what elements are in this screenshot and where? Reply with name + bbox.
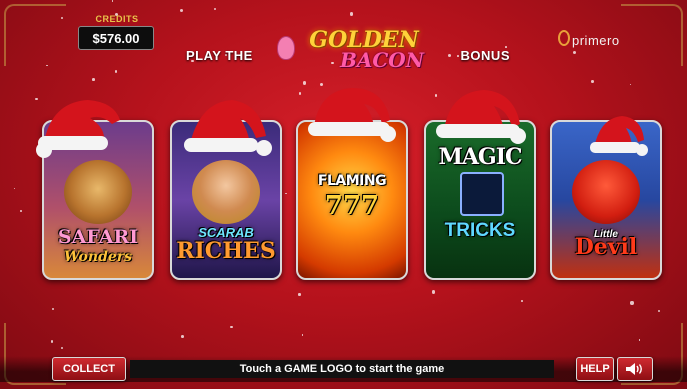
logo-word-bacon: BACON xyxy=(339,48,425,72)
game-title-line-2: Devil xyxy=(574,234,638,260)
snowflake xyxy=(431,290,436,294)
game-card-little-devil[interactable]: Little Devil xyxy=(550,120,662,280)
snowflake xyxy=(114,70,118,73)
snowflake xyxy=(629,83,632,85)
game-lobby-screen: CREDITS $576.00 PLAY THE GOLDEN BACON BO… xyxy=(0,0,687,389)
game-title-line-1: MAGIC xyxy=(438,144,522,170)
primero-swirl-icon xyxy=(558,30,570,46)
snowflake xyxy=(214,7,217,10)
snowflake xyxy=(657,310,660,313)
banner-prefix: PLAY THE xyxy=(186,48,253,63)
help-button[interactable]: HELP xyxy=(576,357,614,381)
snowflake xyxy=(14,187,16,190)
logo-word-golden: GOLDEN xyxy=(309,27,419,53)
snowflake xyxy=(302,334,304,336)
speaker-volume-icon xyxy=(626,363,642,375)
golden-bacon-logo: GOLDEN BACON xyxy=(277,27,449,72)
snowflake xyxy=(46,65,48,67)
devil-character-icon xyxy=(572,160,640,224)
snowflake xyxy=(35,97,38,101)
credits-value: $576.00 xyxy=(78,26,154,50)
snowflake xyxy=(285,192,287,195)
snowflake xyxy=(52,308,55,311)
game-title-line-2: TRICKS xyxy=(444,220,516,241)
pig-icon xyxy=(277,36,295,60)
game-title-line-2: 777 xyxy=(324,191,380,221)
game-card-scarab-riches[interactable]: SCARAB RICHES xyxy=(170,120,282,280)
game-card-safari-wonders[interactable]: SAFARI Wonders xyxy=(42,120,154,280)
snowflake xyxy=(92,78,96,81)
game-card-magic-tricks[interactable]: MAGIC TRICKS xyxy=(424,120,536,280)
status-message: Touch a GAME LOGO to start the game xyxy=(130,360,554,378)
collect-button[interactable]: COLLECT xyxy=(52,357,126,381)
snowflake xyxy=(181,334,185,338)
frame-corner-ornament xyxy=(4,4,66,66)
snowflake xyxy=(434,93,438,97)
snowflake xyxy=(591,80,594,84)
game-card-flaming-7[interactable]: FLAMING 777 xyxy=(296,120,408,280)
banner-suffix: BONUS xyxy=(460,48,510,63)
frame-corner-ornament xyxy=(621,4,683,66)
snowflake xyxy=(60,346,63,349)
snowflake xyxy=(320,82,324,86)
sound-toggle-button[interactable] xyxy=(617,357,653,381)
lion-icon xyxy=(64,160,132,224)
snowflake xyxy=(20,210,22,212)
game-title-line-1: SAFARI xyxy=(57,226,139,248)
queen-portrait-icon xyxy=(192,160,260,224)
snowflake xyxy=(349,12,354,16)
snowflake xyxy=(630,301,634,305)
snowflake xyxy=(298,293,301,296)
snowflake xyxy=(111,0,114,2)
game-title-line-2: Wonders xyxy=(63,249,133,265)
top-hat-icon xyxy=(460,172,504,216)
snowflake xyxy=(229,325,233,329)
snowflake xyxy=(573,50,577,55)
snowflake xyxy=(521,300,523,303)
snowflake xyxy=(303,81,307,85)
brand-name: primero xyxy=(572,33,620,48)
snowflake xyxy=(638,339,640,341)
credits-label: CREDITS xyxy=(95,14,139,24)
primero-brand-logo: primero xyxy=(558,30,620,48)
game-title-line-2: RICHES xyxy=(176,238,276,264)
snowflake xyxy=(179,8,184,12)
bonus-banner: PLAY THE GOLDEN BACON BONUS xyxy=(184,28,514,80)
game-title-line-1: FLAMING xyxy=(317,173,387,189)
snowflake xyxy=(298,92,301,95)
